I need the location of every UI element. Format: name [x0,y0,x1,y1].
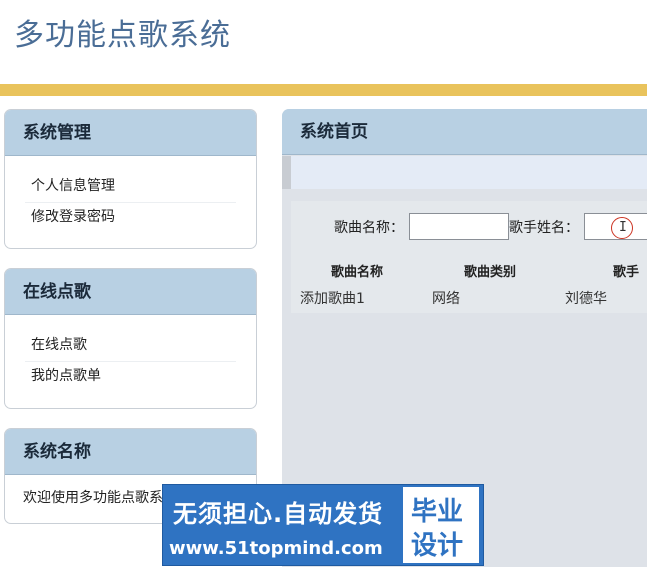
watermark-badge: 毕业 设计 [403,487,479,563]
watermark-badge-line1: 毕业 [411,497,464,527]
app-title: 多功能点歌系统 [14,18,231,53]
watermark-url: www.51topmind.com [169,538,383,559]
song-name-label: 歌曲名称： [334,220,404,236]
sidebar-panel-online-songs: 在线点歌 在线点歌 我的点歌单 [4,268,257,409]
text-cursor-icon: I [619,220,627,235]
panel-title: 在线点歌 [5,269,256,315]
song-search-area: 歌曲名称： 歌手姓名： I 歌曲名称 歌曲类别 歌手 添加歌曲1 网络 刘德华 [291,201,647,313]
sidebar-item-change-password[interactable]: 修改登录密码 [25,203,236,234]
app-header: 多功能点歌系统 [0,0,647,84]
sidebar-item-my-song-list[interactable]: 我的点歌单 [25,362,236,393]
search-row: 歌曲名称： 歌手姓名： I [291,213,647,241]
watermark-text-block: 无须担心.自动发货 www.51topmind.com [163,485,401,567]
singer-name-label: 歌手姓名： [509,220,579,236]
song-name-input[interactable] [409,213,509,240]
sidebar-item-personal-info[interactable]: 个人信息管理 [25,172,236,203]
cell-song-category: 网络 [432,291,460,307]
watermark-slogan: 无须担心.自动发货 [173,500,384,528]
watermark-badge-line2: 设计 [411,531,464,561]
column-header-song-category[interactable]: 歌曲类别 [464,261,516,280]
sidebar-item-online-request[interactable]: 在线点歌 [25,331,236,362]
cell-singer: 刘德华 [565,291,607,307]
table-header: 歌曲名称 歌曲类别 歌手 [291,257,647,281]
column-header-singer[interactable]: 歌手 [613,261,639,280]
sidebar-panel-system-management: 系统管理 个人信息管理 修改登录密码 [4,109,257,249]
table-row[interactable]: 添加歌曲1 网络 刘德华 [291,285,647,309]
panel-title: 系统名称 [5,429,256,475]
column-header-song-name[interactable]: 歌曲名称 [331,261,383,280]
watermark-banner: 无须担心.自动发货 www.51topmind.com 毕业 设计 [162,484,484,566]
tab-strip-edge [282,156,291,189]
main-title: 系统首页 [282,109,647,155]
cell-song-name: 添加歌曲1 [300,291,365,307]
header-accent-bar [0,84,647,96]
tab-strip [282,156,647,189]
panel-title: 系统管理 [5,110,256,156]
